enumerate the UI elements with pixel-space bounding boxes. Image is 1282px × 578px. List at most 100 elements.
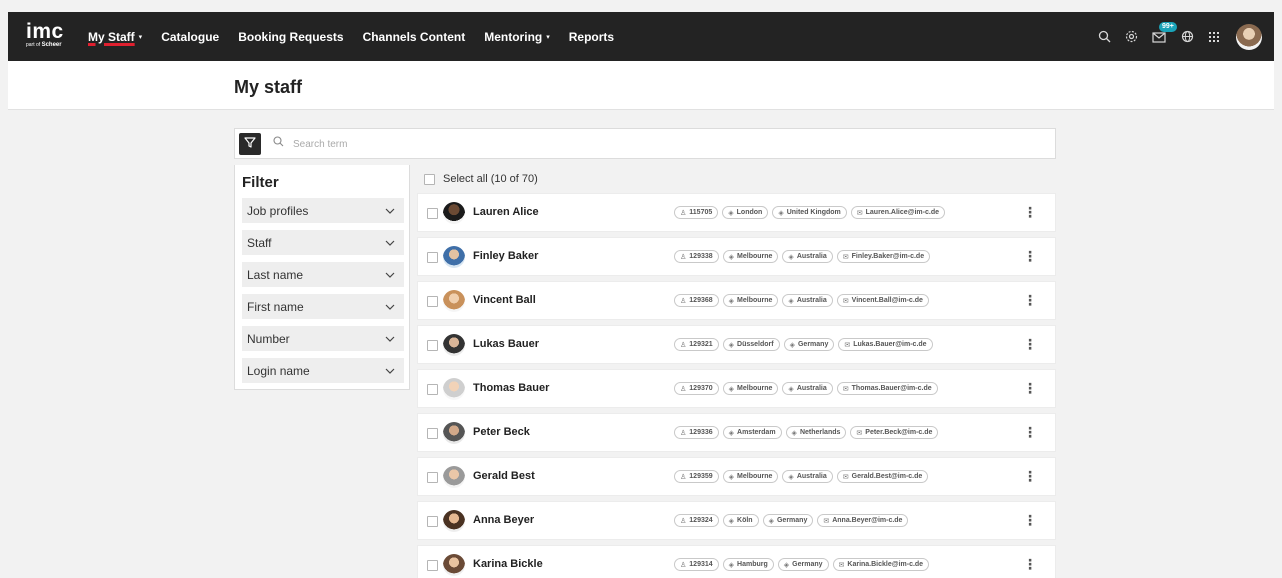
apps-grid-icon[interactable] (1208, 31, 1220, 43)
more-options-icon[interactable]: ⋮ (1023, 469, 1037, 483)
email-chip[interactable]: ✉ Finley.Baker@im-c.de (836, 250, 931, 263)
nav-channels-content[interactable]: Channels Content (363, 30, 466, 44)
staff-row[interactable]: Karina Bickle ♙ 129314 ◈ Hamburg ◈ Germany … (417, 545, 1056, 578)
more-options-icon[interactable]: ⋮ (1023, 425, 1037, 439)
mail-icon[interactable]: 99+ (1152, 21, 1177, 43)
staff-number: 129324 (689, 517, 713, 524)
imc-logo[interactable]: imc part of Scheer (26, 21, 64, 48)
filter-first-name[interactable]: First name (242, 294, 404, 319)
city-chip: ◈ Hamburg (722, 558, 774, 571)
staff-name[interactable]: Gerald Best (473, 470, 535, 482)
select-all-checkbox[interactable]: Select all (10 of 70) (424, 173, 538, 185)
staff-name[interactable]: Anna Beyer (473, 514, 534, 526)
avatar (443, 510, 465, 532)
email-chip[interactable]: ✉ Vincent.Ball@im-c.de (836, 294, 929, 307)
mail-icon: ✉ (838, 561, 845, 569)
staff-name[interactable]: Peter Beck (473, 426, 530, 438)
search-input[interactable] (293, 133, 893, 155)
more-options-icon[interactable]: ⋮ (1023, 337, 1037, 351)
more-options-icon[interactable]: ⋮ (1023, 557, 1037, 571)
staff-city: Hamburg (737, 561, 768, 568)
more-options-icon[interactable]: ⋮ (1023, 513, 1037, 527)
staff-email: Vincent.Ball@im-c.de (851, 297, 923, 304)
staff-row[interactable]: Anna Beyer ♙ 129324 ◈ Köln ◈ Germany ✉ Anna.… (417, 501, 1056, 540)
staff-row[interactable]: Lauren Alice ♙ 115705 ◈ London ◈ United Kin… (417, 193, 1056, 232)
row-checkbox[interactable] (427, 472, 438, 483)
more-options-icon[interactable]: ⋮ (1023, 293, 1037, 307)
more-options-icon[interactable]: ⋮ (1023, 381, 1037, 395)
person-icon: ♙ (680, 341, 687, 349)
staff-country: Germany (776, 517, 808, 524)
location-icon: ◈ (788, 385, 794, 393)
mail-icon: ✉ (842, 253, 849, 261)
staff-row[interactable]: Lukas Bauer ♙ 129321 ◈ Düsseldorf ◈ Germany… (417, 325, 1056, 364)
filter-item-label: Job profiles (247, 203, 309, 218)
email-chip[interactable]: ✉ Lukas.Bauer@im-c.de (838, 338, 933, 351)
filter-last-name[interactable]: Last name (242, 262, 404, 287)
more-options-icon[interactable]: ⋮ (1023, 205, 1037, 219)
staff-country: Australia (796, 473, 827, 480)
staff-row[interactable]: Vincent Ball ♙ 129368 ◈ Melbourne ◈ Austral… (417, 281, 1056, 320)
staff-name[interactable]: Vincent Ball (473, 294, 536, 306)
staff-row[interactable]: Gerald Best ♙ 129359 ◈ Melbourne ◈ Australi… (417, 457, 1056, 496)
row-checkbox[interactable] (427, 296, 438, 307)
country-chip: ◈ Australia (782, 382, 833, 395)
nav-my-staff[interactable]: My Staff ▾ (88, 30, 142, 44)
location-icon: ◈ (788, 473, 794, 481)
staff-number-chip: ♙ 129314 (674, 558, 719, 571)
row-checkbox[interactable] (427, 516, 438, 527)
nav-mentoring[interactable]: Mentoring ▾ (484, 30, 550, 44)
settings-icon[interactable] (1125, 30, 1138, 43)
row-checkbox[interactable] (427, 252, 438, 263)
nav-label: Catalogue (161, 29, 220, 44)
email-chip[interactable]: ✉ Anna.Beyer@im-c.de (817, 514, 909, 527)
filter-number[interactable]: Number (242, 326, 404, 351)
staff-number: 129359 (689, 473, 713, 480)
staff-row[interactable]: Thomas Bauer ♙ 129370 ◈ Melbourne ◈ Austral… (417, 369, 1056, 408)
email-chip[interactable]: ✉ Lauren.Alice@im-c.de (850, 206, 945, 219)
staff-name[interactable]: Karina Bickle (473, 558, 543, 570)
user-avatar[interactable] (1236, 23, 1262, 50)
staff-name[interactable]: Lauren Alice (473, 206, 539, 218)
staff-name[interactable]: Finley Baker (473, 250, 538, 262)
staff-name[interactable]: Thomas Bauer (473, 382, 549, 394)
staff-row[interactable]: Peter Beck ♙ 129336 ◈ Amsterdam ◈ Netherlan… (417, 413, 1056, 452)
staff-details: ♙ 129321 ◈ Düsseldorf ◈ Germany ✉ Lukas.Baue… (674, 338, 937, 351)
nav-reports[interactable]: Reports (569, 30, 614, 44)
email-chip[interactable]: ✉ Peter.Beck@im-c.de (850, 426, 939, 439)
staff-city: Melbourne (737, 253, 773, 260)
filter-login-name[interactable]: Login name (242, 358, 404, 383)
email-chip[interactable]: ✉ Karina.Bickle@im-c.de (832, 558, 930, 571)
header-actions: 99+ (1084, 12, 1262, 61)
person-icon: ♙ (680, 473, 687, 481)
staff-number-chip: ♙ 129324 (674, 514, 719, 527)
row-checkbox[interactable] (427, 560, 438, 571)
filter-staff[interactable]: Staff (242, 230, 404, 255)
chevron-down-icon (385, 206, 395, 216)
row-checkbox[interactable] (427, 208, 438, 219)
email-chip[interactable]: ✉ Gerald.Best@im-c.de (836, 470, 929, 483)
person-icon: ♙ (680, 429, 687, 437)
staff-email: Lukas.Bauer@im-c.de (853, 341, 927, 348)
checkbox[interactable] (424, 173, 435, 185)
nav-booking-requests[interactable]: Booking Requests (238, 30, 343, 44)
filter-job-profiles[interactable]: Job profiles (242, 198, 404, 223)
country-chip: ◈ Netherlands (785, 426, 847, 439)
staff-row[interactable]: Finley Baker ♙ 129338 ◈ Melbourne ◈ Austral… (417, 237, 1056, 276)
search-icon[interactable] (1098, 30, 1111, 43)
nav-catalogue[interactable]: Catalogue (161, 30, 219, 44)
staff-details: ♙ 129314 ◈ Hamburg ◈ Germany ✉ Karina.Bickle… (674, 558, 933, 571)
staff-name[interactable]: Lukas Bauer (473, 338, 539, 350)
staff-number: 115705 (689, 209, 713, 216)
row-checkbox[interactable] (427, 428, 438, 439)
city-chip: ◈ London (722, 206, 769, 219)
staff-country: Australia (796, 253, 827, 260)
row-checkbox[interactable] (427, 340, 438, 351)
email-chip[interactable]: ✉ Thomas.Bauer@im-c.de (836, 382, 938, 395)
avatar (443, 334, 465, 356)
staff-country: Australia (796, 385, 827, 392)
filter-toggle-button[interactable] (239, 133, 261, 155)
globe-icon[interactable] (1181, 30, 1194, 43)
more-options-icon[interactable]: ⋮ (1023, 249, 1037, 263)
row-checkbox[interactable] (427, 384, 438, 395)
